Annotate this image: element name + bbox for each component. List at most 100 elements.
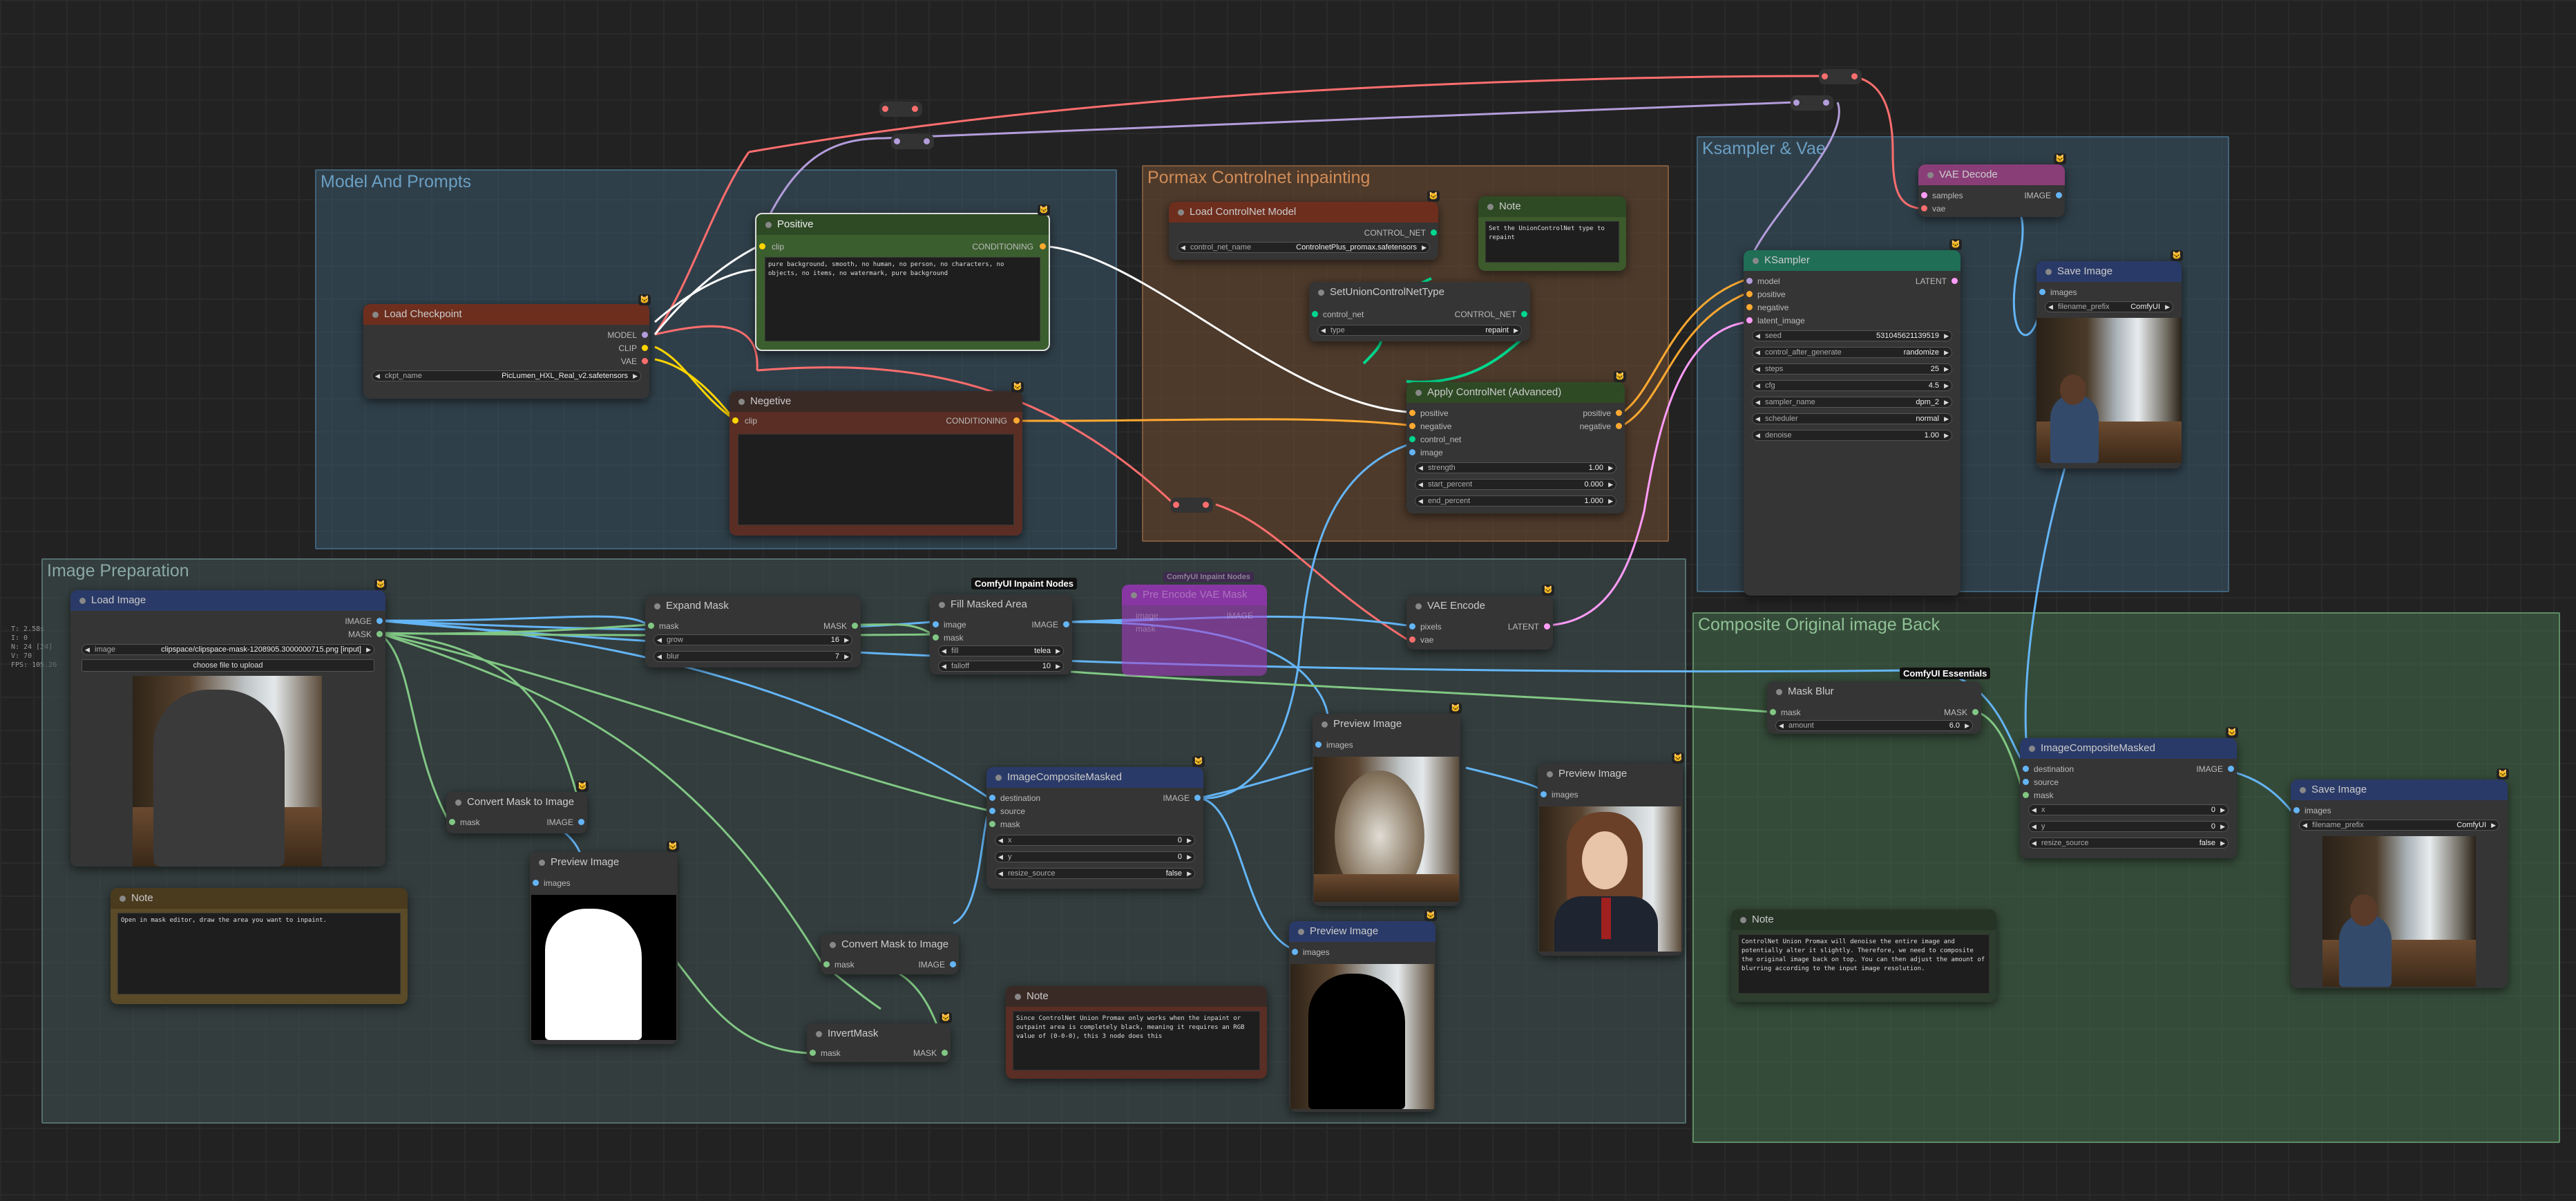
- black-mask-preview[interactable]: [1290, 964, 1434, 1109]
- mask-preview[interactable]: [531, 895, 676, 1040]
- output-control-net-dot[interactable]: [1521, 311, 1527, 317]
- input-mask[interactable]: mask: [659, 621, 679, 631]
- node-positive-prompt[interactable]: Positive 🐱 clip CONDITIONING pure backgr…: [755, 205, 1050, 351]
- filename-prefix-input[interactable]: filename_prefix ComfyUI: [2045, 301, 2173, 312]
- output-vae-dot[interactable]: [642, 358, 648, 364]
- input-source-dot[interactable]: [2023, 779, 2029, 785]
- node-set-union-controlnet-type[interactable]: SetUnionControlNetType control_net CONTR…: [1309, 282, 1530, 341]
- node-header[interactable]: Negetive: [729, 391, 1022, 412]
- amount-input[interactable]: amount 6.0: [1775, 720, 1973, 731]
- node-apply-controlnet[interactable]: Apply ControlNet (Advanced) 🐱 positive n…: [1406, 371, 1626, 513]
- output-image-preview[interactable]: [2036, 318, 2182, 463]
- node-header[interactable]: Load Checkpoint: [363, 304, 649, 325]
- input-clip[interactable]: clip: [772, 242, 784, 252]
- fill-preview[interactable]: [1314, 757, 1459, 902]
- output-mask-dot[interactable]: [852, 623, 858, 629]
- output-control-net[interactable]: CONTROL_NET: [1364, 228, 1426, 238]
- output-mask[interactable]: MASK: [823, 621, 847, 631]
- output-image-dot[interactable]: [376, 618, 383, 624]
- output-conditioning-dot[interactable]: [1040, 243, 1046, 249]
- output-image[interactable]: IMAGE: [918, 960, 945, 970]
- output-mask-dot[interactable]: [942, 1050, 948, 1056]
- reroute-out-dot[interactable]: [1203, 502, 1209, 508]
- output-vae[interactable]: VAE: [621, 357, 637, 366]
- input-mask[interactable]: mask: [460, 817, 480, 827]
- input-model-dot[interactable]: [1746, 278, 1753, 284]
- reroute-out-dot[interactable]: [924, 138, 930, 144]
- input-images-dot[interactable]: [533, 880, 539, 886]
- blur-input[interactable]: blur 7: [653, 651, 852, 662]
- node-preview-image-original[interactable]: Preview Image 🐱 images: [1538, 753, 1684, 956]
- output-conditioning[interactable]: CONDITIONING: [946, 416, 1007, 426]
- node-note-composite[interactable]: Note ControlNet Union Promax will denois…: [1731, 909, 1996, 1002]
- input-positive[interactable]: positive: [1420, 408, 1449, 418]
- strength-slider[interactable]: strength 1.00: [1415, 462, 1616, 473]
- image-combo[interactable]: image clipspace/clipspace-mask-1208905.30…: [82, 644, 374, 655]
- input-control-net-dot[interactable]: [1409, 436, 1415, 442]
- input-vae[interactable]: vae: [1932, 204, 1945, 214]
- final-image-preview[interactable]: [2322, 836, 2476, 987]
- seed-input[interactable]: seed 531045621139519: [1752, 330, 1952, 341]
- input-images-dot[interactable]: [1315, 741, 1322, 748]
- input-images[interactable]: images: [2305, 806, 2331, 815]
- node-header[interactable]: Note: [111, 888, 408, 909]
- node-header[interactable]: Mask Blur: [1767, 681, 1981, 702]
- output-conditioning-dot[interactable]: [1013, 417, 1020, 424]
- input-pixels-dot[interactable]: [1409, 623, 1415, 630]
- node-load-controlnet[interactable]: Load ControlNet Model 🐱 CONTROL_NET cont…: [1169, 191, 1440, 260]
- input-destination[interactable]: destination: [1000, 793, 1040, 803]
- node-header[interactable]: Note: [1731, 909, 1996, 930]
- node-header[interactable]: KSampler: [1744, 250, 1960, 271]
- node-mask-blur[interactable]: ComfyUI Essentials Mask Blur mask MASK a…: [1767, 668, 1991, 734]
- output-positive-dot[interactable]: [1616, 410, 1622, 416]
- input-images-dot[interactable]: [1292, 949, 1298, 955]
- node-convert-mask-to-image-2[interactable]: Convert Mask to Image mask IMAGE: [821, 934, 959, 974]
- node-header[interactable]: Save Image: [2036, 261, 2182, 282]
- input-mask[interactable]: mask: [944, 633, 964, 643]
- node-load-checkpoint[interactable]: Load Checkpoint 🐱 MODEL CLIP VAE ckpt_na…: [363, 294, 651, 399]
- input-control-net[interactable]: control_net: [1323, 310, 1364, 319]
- scheduler-combo[interactable]: scheduler normal: [1752, 413, 1952, 424]
- fill-combo[interactable]: fill telea: [938, 645, 1064, 656]
- input-positive-dot[interactable]: [1409, 410, 1415, 416]
- node-header[interactable]: Preview Image: [1538, 764, 1683, 784]
- node-preview-image-fill[interactable]: Preview Image 🐱 images: [1313, 703, 1462, 906]
- node-header[interactable]: Pre Encode VAE Mask: [1122, 585, 1267, 605]
- input-clip-dot[interactable]: [732, 417, 738, 424]
- output-mask-dot[interactable]: [376, 631, 383, 637]
- input-positive-dot[interactable]: [1746, 291, 1753, 297]
- output-image-dot[interactable]: [1063, 621, 1069, 627]
- node-image-composite-masked-2[interactable]: ImageCompositeMasked 🐱 destination sourc…: [2020, 727, 2238, 858]
- node-header[interactable]: Save Image: [2291, 779, 2508, 800]
- node-load-image[interactable]: Load Image 🐱 IMAGE MASK image clipspace/c…: [70, 579, 387, 867]
- input-images[interactable]: images: [1552, 790, 1578, 800]
- input-images[interactable]: images: [544, 878, 571, 888]
- node-preview-image-black[interactable]: Preview Image 🐱 images: [1289, 910, 1437, 1112]
- output-image[interactable]: IMAGE: [2024, 191, 2051, 200]
- falloff-input[interactable]: falloff 10: [938, 661, 1064, 672]
- input-mask-dot[interactable]: [933, 634, 939, 641]
- input-images[interactable]: images: [1303, 947, 1330, 957]
- x-input[interactable]: x0: [2028, 804, 2229, 815]
- node-note-middle[interactable]: Note Since ControlNet Union Promax only …: [1006, 986, 1267, 1079]
- x-input[interactable]: x0: [995, 835, 1195, 846]
- reroute-in-dot[interactable]: [1173, 502, 1179, 508]
- filename-prefix-input[interactable]: filename_prefix ComfyUI: [2299, 820, 2499, 831]
- control-net-name-combo[interactable]: control_net_name ControlnetPlus_promax.sa…: [1177, 242, 1430, 253]
- output-mask[interactable]: MASK: [913, 1048, 937, 1058]
- output-latent-dot[interactable]: [1952, 278, 1958, 284]
- output-model-dot[interactable]: [642, 332, 648, 338]
- input-mask-dot[interactable]: [648, 623, 654, 629]
- input-control-net-dot[interactable]: [1312, 311, 1318, 317]
- input-images-dot[interactable]: [1540, 791, 1547, 797]
- node-save-image-bottom[interactable]: Save Image 🐱 images filename_prefix Comfy…: [2291, 768, 2509, 988]
- output-clip[interactable]: CLIP: [618, 343, 637, 353]
- input-images-dot[interactable]: [2293, 807, 2300, 813]
- output-control-net-dot[interactable]: [1431, 229, 1437, 236]
- input-clip[interactable]: clip: [745, 416, 757, 426]
- input-mask-dot[interactable]: [810, 1050, 816, 1056]
- input-mask-dot[interactable]: [449, 819, 455, 825]
- node-header[interactable]: InvertMask: [807, 1023, 951, 1044]
- node-ksampler[interactable]: KSampler 🐱 model positive negative laten…: [1744, 239, 1962, 596]
- note-text[interactable]: Open in mask editor, draw the area you w…: [117, 913, 401, 994]
